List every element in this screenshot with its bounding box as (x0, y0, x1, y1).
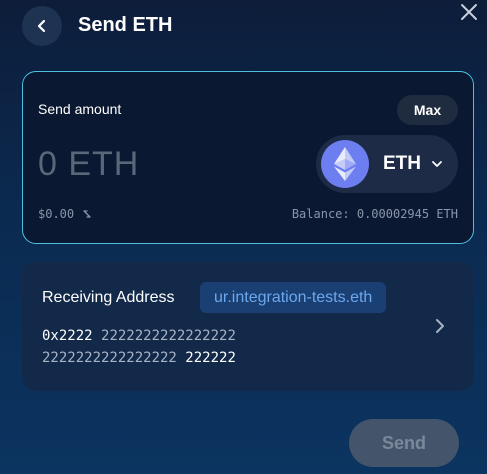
close-icon (461, 4, 477, 20)
token-selector[interactable]: ETH (316, 135, 458, 193)
send-amount-card: Send amount Max 0 ETH ETH $0.00 Balance:… (22, 71, 474, 244)
ethereum-icon (321, 140, 369, 188)
swap-icon[interactable] (82, 209, 92, 219)
page-title: Send ETH (78, 14, 173, 36)
receiving-address-card[interactable]: Receiving Address ur.integration-tests.e… (22, 261, 474, 391)
max-button[interactable]: Max (397, 95, 458, 125)
chevron-left-icon (37, 19, 46, 33)
close-button[interactable] (457, 0, 481, 24)
send-button[interactable]: Send (349, 419, 459, 467)
chevron-down-icon (431, 160, 443, 168)
receiving-address-value: 0x2222 2222222222222222 2222222222222222… (42, 325, 282, 369)
chevron-right-icon[interactable] (432, 316, 448, 336)
address-suffix: 222222 (185, 350, 236, 366)
back-button[interactable] (22, 6, 62, 46)
address-prefix: 0x2222 (42, 328, 93, 344)
usd-value: $0.00 (38, 207, 92, 221)
usd-value-text: $0.00 (38, 207, 75, 221)
token-symbol: ETH (383, 153, 421, 174)
send-amount-label: Send amount (38, 101, 122, 117)
balance-text: Balance: 0.00002945 ETH (291, 207, 458, 221)
amount-input[interactable]: 0 ETH (38, 145, 139, 184)
address-middle-1: 2222222222222222 (101, 328, 236, 344)
ens-name-badge: ur.integration-tests.eth (200, 282, 387, 313)
address-middle-2: 2222222222222222 (42, 350, 177, 366)
receiving-address-label: Receiving Address (42, 289, 175, 306)
